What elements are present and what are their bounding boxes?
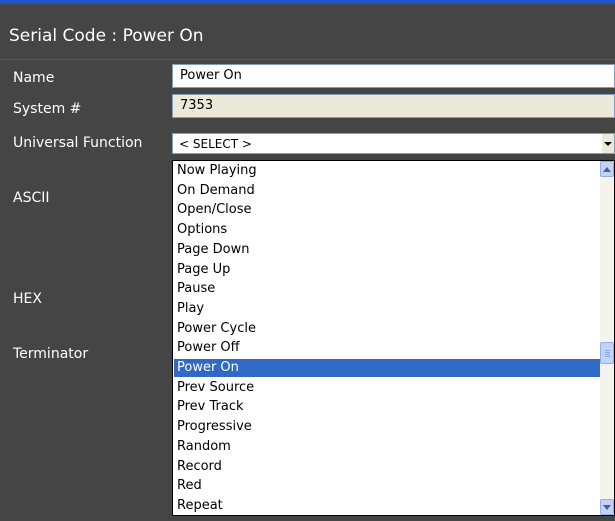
- universal-function-select-value: < SELECT >: [179, 137, 252, 151]
- scrollbar-thumb[interactable]: [600, 342, 614, 364]
- universal-function-select[interactable]: < SELECT >: [172, 133, 615, 154]
- dropdown-option[interactable]: Play: [174, 300, 600, 318]
- dropdown-option[interactable]: Now Playing: [174, 162, 600, 180]
- scrollbar-grip: [605, 350, 610, 351]
- system-number-field: 7353: [172, 94, 615, 118]
- dropdown-option[interactable]: Power Off: [174, 339, 600, 357]
- scrollbar-grip: [605, 352, 610, 353]
- system-number-value: 7353: [180, 98, 214, 113]
- scroll-down-icon[interactable]: [600, 499, 614, 515]
- dropdown-option[interactable]: Repeat: [174, 497, 600, 515]
- scrollbar-grip: [605, 356, 610, 357]
- dropdown-option[interactable]: Open/Close: [174, 201, 600, 219]
- hex-label: HEX: [13, 291, 42, 307]
- scroll-up-icon[interactable]: [600, 161, 614, 177]
- dialog-title: Serial Code : Power On: [9, 26, 204, 46]
- ascii-label: ASCII: [13, 190, 50, 206]
- dropdown-option[interactable]: Options: [174, 221, 600, 239]
- dropdown-option[interactable]: Pause: [174, 280, 600, 298]
- name-label: Name: [13, 70, 55, 86]
- dropdown-arrow-icon[interactable]: [602, 134, 614, 153]
- name-field[interactable]: Power On: [172, 64, 615, 88]
- name-field-value: Power On: [180, 68, 242, 83]
- dropdown-option-selected[interactable]: Power On: [174, 359, 600, 377]
- dropdown-option[interactable]: Prev Source: [174, 379, 600, 397]
- dropdown-option[interactable]: Red: [174, 477, 600, 495]
- dropdown-option[interactable]: On Demand: [174, 182, 600, 200]
- dropdown-option[interactable]: Progressive: [174, 418, 600, 436]
- dropdown-option[interactable]: Power Cycle: [174, 320, 600, 338]
- dropdown-option[interactable]: Record: [174, 458, 600, 476]
- dropdown-option[interactable]: Page Down: [174, 241, 600, 259]
- dropdown-option[interactable]: Page Up: [174, 261, 600, 279]
- dropdown-option[interactable]: Random: [174, 438, 600, 456]
- title-divider: [0, 59, 615, 60]
- system-number-label: System #: [13, 101, 82, 117]
- dropdown-scrollbar[interactable]: [600, 161, 614, 515]
- universal-function-label: Universal Function: [13, 135, 143, 151]
- scrollbar-grip: [605, 354, 610, 355]
- universal-function-dropdown-list[interactable]: Now Playing On Demand Open/Close Options Pag…: [172, 160, 615, 516]
- terminator-label: Terminator: [13, 346, 89, 362]
- dropdown-option[interactable]: Prev Track: [174, 398, 600, 416]
